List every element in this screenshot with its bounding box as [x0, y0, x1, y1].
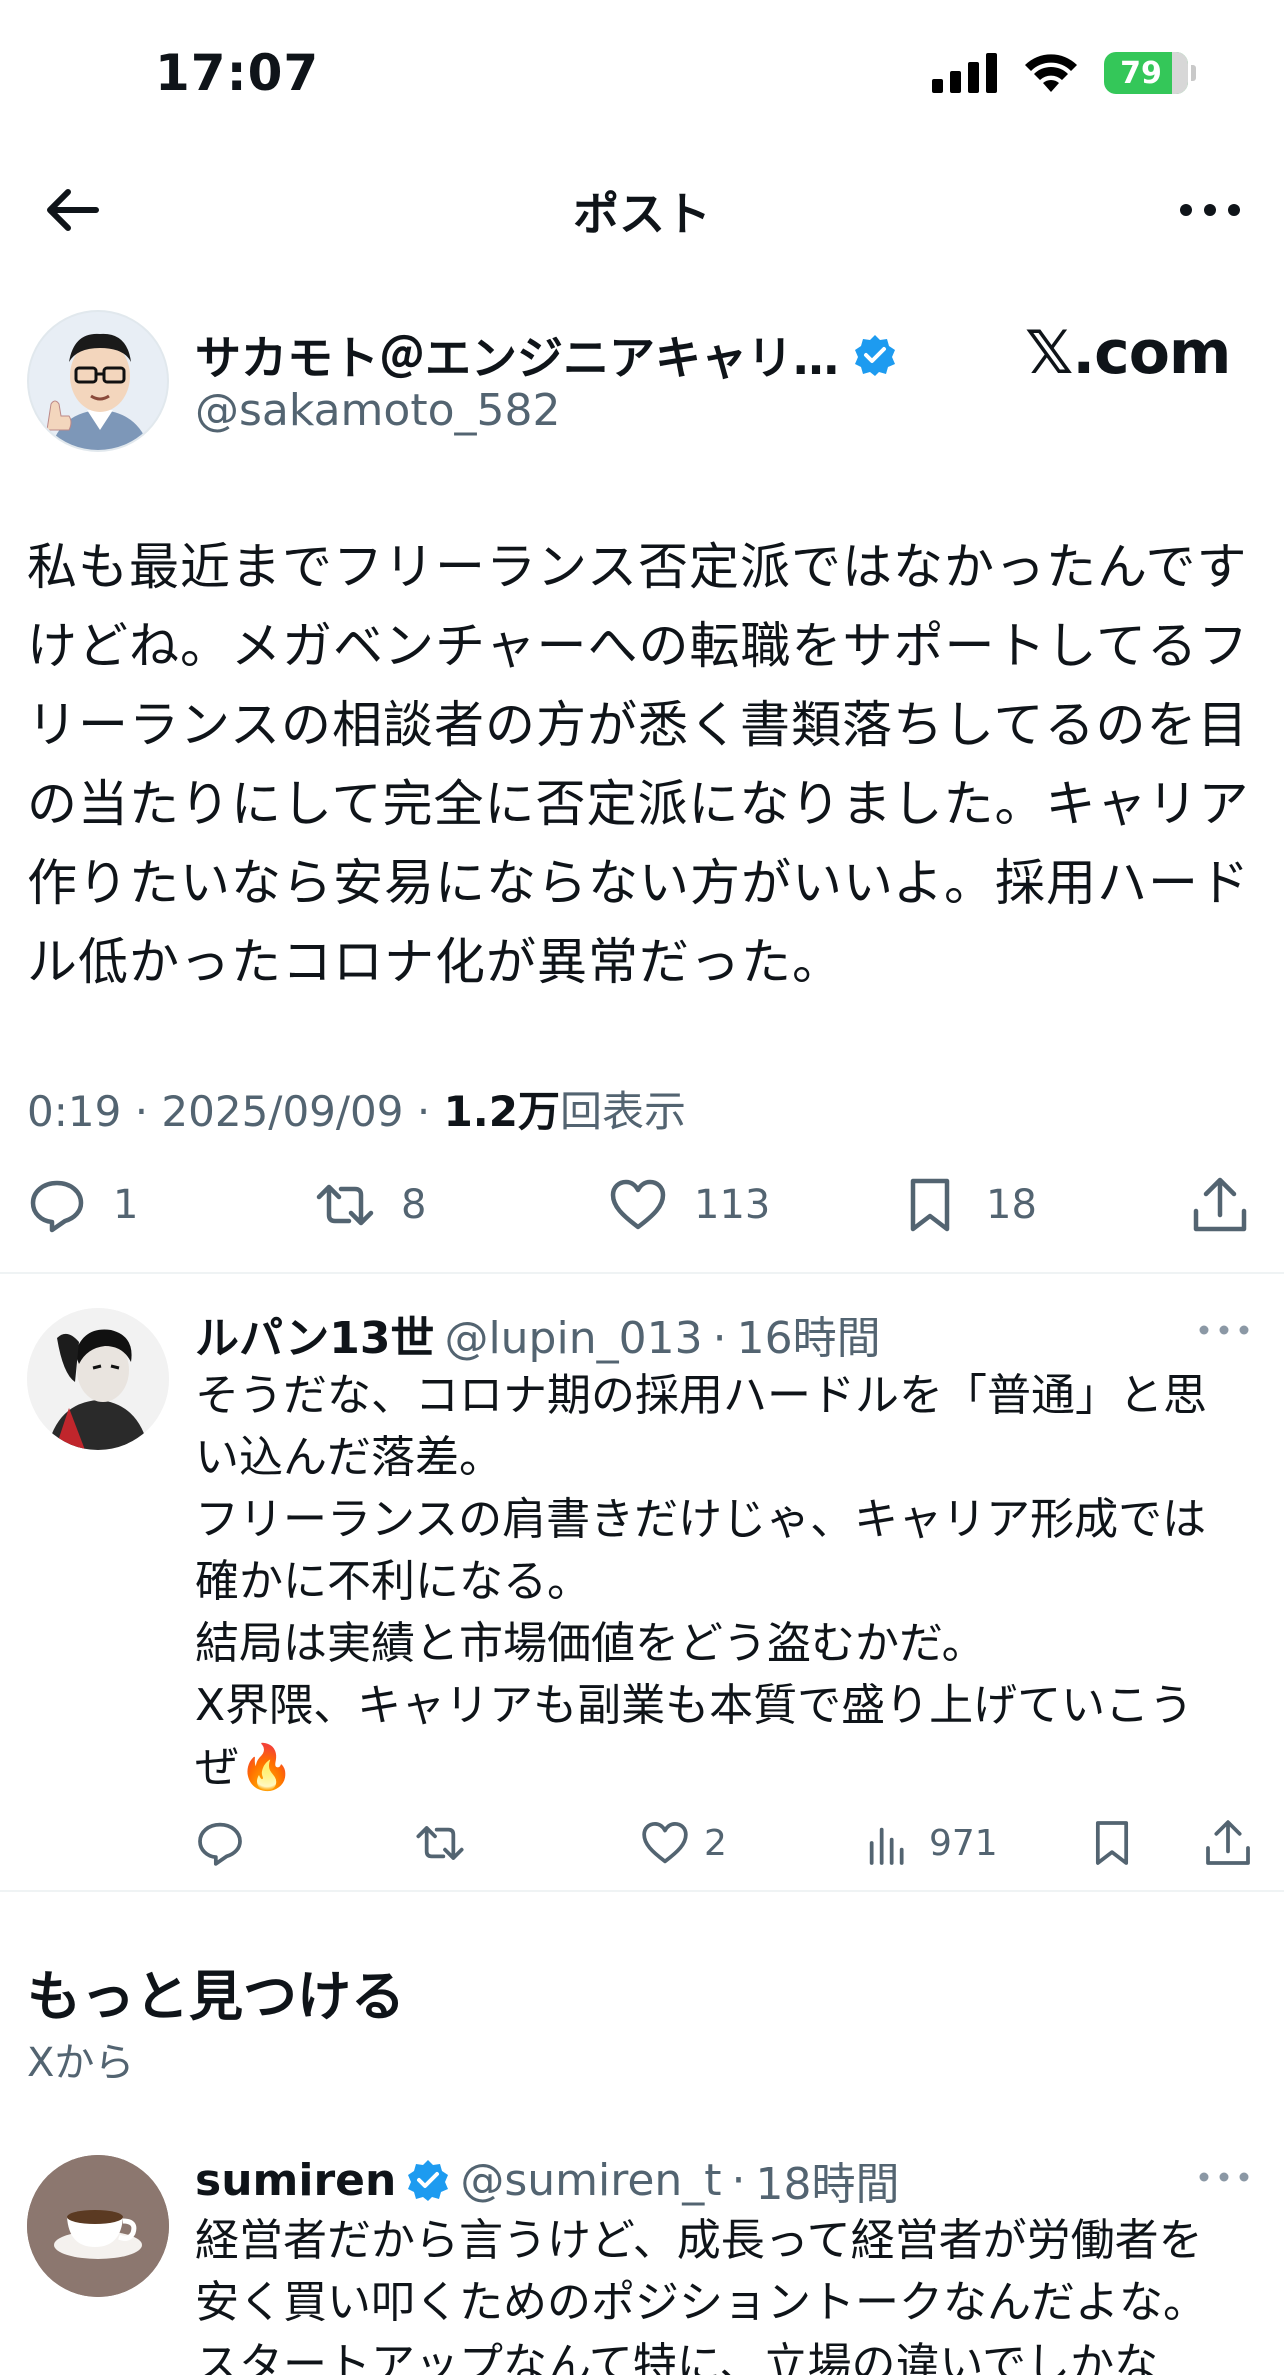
share-icon	[1193, 1177, 1247, 1232]
suggested-avatar[interactable]	[27, 2155, 169, 2297]
verified-badge-icon	[408, 2160, 449, 2201]
author-display-name[interactable]: サカモト＠エンジニアキャリ…	[195, 322, 897, 388]
discover-subtitle: Xから	[27, 2040, 135, 2086]
like-count: 113	[694, 1182, 771, 1228]
divider	[0, 1890, 1284, 1892]
suggested-display-name[interactable]: sumiren	[195, 2155, 396, 2206]
more-horizontal-icon[interactable]	[1178, 180, 1242, 240]
repost-count: 8	[401, 1182, 427, 1228]
battery-level: 79	[1120, 55, 1162, 91]
suggested-more-icon[interactable]	[1196, 2162, 1252, 2192]
divider	[0, 1272, 1284, 1274]
author-name-text: サカモト＠エンジニアキャリ…	[195, 331, 839, 385]
post-actions: 1 8 113 18	[0, 1175, 1284, 1245]
author-handle[interactable]: @sakamoto_582	[195, 385, 561, 436]
bookmark-icon	[1095, 1821, 1129, 1865]
analytics-icon	[869, 1827, 904, 1865]
reply-repost-button[interactable]	[415, 1818, 465, 1868]
reply-views-button[interactable]: 971	[865, 1818, 998, 1868]
like-button[interactable]: 113	[608, 1175, 770, 1235]
bookmark-icon	[910, 1178, 950, 1232]
reply-bookmark-button[interactable]	[1087, 1818, 1137, 1868]
status-time: 17:07	[155, 44, 320, 102]
repost-icon	[316, 1184, 374, 1226]
reply-button[interactable]: 1	[27, 1175, 138, 1235]
suggested-age: 18時間	[755, 2159, 900, 2210]
reply-avatar[interactable]	[27, 1308, 169, 1450]
discover-title: もっと見つける	[27, 1965, 405, 2028]
battery-indicator: 79	[1104, 52, 1196, 94]
post-text: 私も最近までフリーランス否定派ではなかったんです けどね。メガベンチャーへの転職…	[27, 538, 1250, 991]
reply-share-button[interactable]	[1203, 1818, 1253, 1868]
reply-actions: 2 971	[0, 1818, 1284, 1878]
verified-badge-icon	[855, 335, 895, 376]
reply-text: そうだな、コロナ期の採用ハードルを「普通」と思 い込んだ落差。 フリーランスの肩…	[195, 1370, 1207, 1793]
status-bar: 17:07 79	[0, 0, 1284, 150]
reply-icon	[30, 1180, 84, 1233]
post-views-count: 1.2万	[443, 1087, 560, 1136]
reply-count: 1	[113, 1182, 139, 1228]
reply-more-icon[interactable]	[1196, 1315, 1252, 1345]
post-date: 2025/09/09	[161, 1087, 404, 1136]
repost-button[interactable]: 8	[315, 1175, 426, 1235]
suggested-handle[interactable]: @sumiren_t	[460, 2155, 721, 2206]
heart-icon	[610, 1179, 666, 1230]
heart-icon	[642, 1821, 688, 1864]
post-views-label: 回表示	[559, 1087, 686, 1136]
reply-views-count: 971	[929, 1822, 998, 1864]
status-icons: 79	[932, 52, 1196, 94]
suggested-header: sumiren @sumiren_t · 18時間	[195, 2148, 900, 2212]
suggested-text: 経営者だから言うけど、成長って経営者が労働者を 安く買い叩くためのポジショントー…	[195, 2215, 1207, 2375]
post-time: 0:19	[27, 1087, 122, 1136]
bookmark-button[interactable]: 18	[900, 1175, 1037, 1235]
author-avatar[interactable]	[27, 310, 169, 452]
page-title: ポスト	[573, 187, 711, 241]
cellular-signal-icon	[932, 53, 997, 93]
reply-like-button[interactable]: 2	[640, 1818, 727, 1868]
reply-age: 16時間	[736, 1313, 881, 1364]
share-icon	[1206, 1820, 1250, 1865]
wifi-icon	[1025, 54, 1077, 92]
bookmark-count: 18	[986, 1182, 1037, 1228]
reply-reply-button[interactable]	[195, 1818, 245, 1868]
reply-handle[interactable]: @lupin_013	[444, 1313, 702, 1364]
reply-header: ルパン13世 @lupin_013 · 16時間	[195, 1302, 881, 1366]
post-meta: 0:19 · 2025/09/09 · 1.2万回表示	[27, 1087, 686, 1136]
share-button[interactable]	[1190, 1175, 1250, 1235]
reply-display-name[interactable]: ルパン13世	[195, 1302, 434, 1366]
repost-icon	[416, 1826, 464, 1860]
reply-icon	[198, 1822, 242, 1866]
reply-like-count: 2	[704, 1822, 727, 1864]
top-nav: ポスト	[0, 150, 1284, 265]
xcom-watermark: 𝕏.com	[1025, 318, 1231, 388]
